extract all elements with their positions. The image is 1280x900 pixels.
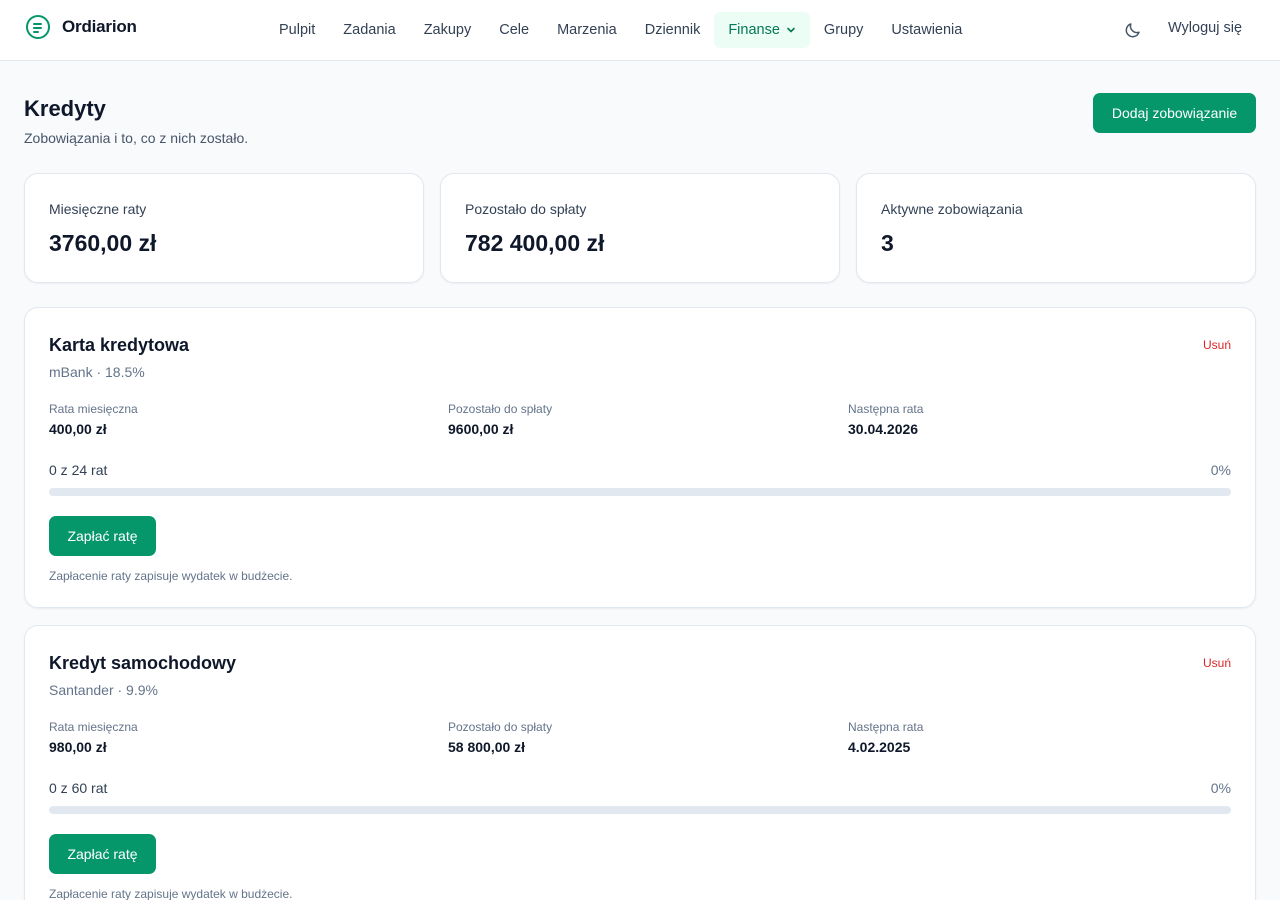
logo-icon [26,15,50,39]
nav-item-zakupy[interactable]: Zakupy [410,12,486,48]
pay-installment-button[interactable]: Zapłać ratę [49,516,156,556]
moon-icon[interactable] [1124,21,1142,39]
stat-next-installment: Następna rata 4.02.2025 [848,720,923,755]
loan-card: Kredyt samochodowy Santander · 9.9% Usuń… [24,625,1256,900]
progress-percent: 0% [1210,780,1231,796]
pay-note: Zapłacenie raty zapisuje wydatek w budże… [49,887,293,900]
loan-name: Karta kredytowa [49,335,190,355]
pay-note: Zapłacenie raty zapisuje wydatek w budże… [49,569,293,583]
stat-label: Pozostało do spłaty [448,402,553,416]
stat-next-installment: Następna rata 30.04.2026 [848,402,923,437]
loan-card: Karta kredytowa mBank · 18.5% Usuń Rata … [24,307,1256,608]
nav-item-grupy[interactable]: Grupy [810,12,878,48]
summary-value: 3 [881,230,894,256]
nav-item-zadania[interactable]: Zadania [329,12,409,48]
progress-percent: 0% [1210,462,1231,478]
stat-label: Rata miesięczna [49,402,138,416]
progress-text: 0 z 24 rat [49,462,108,478]
page-title: Kredyty [24,96,106,121]
stat-value: 980,00 zł [49,739,107,755]
summary-label: Miesięczne raty [49,201,147,217]
main-nav: Pulpit Zadania Zakupy Cele Marzenia Dzie… [265,12,976,48]
stat-value: 58 800,00 zł [448,739,526,755]
loan-lender-rate: Santander · 9.9% [49,682,158,698]
add-liability-button[interactable]: Dodaj zobowiązanie [1093,93,1256,133]
stat-label: Następna rata [848,402,924,416]
stat-installment: Rata miesięczna 400,00 zł [49,402,138,437]
stat-remaining: Pozostało do spłaty 58 800,00 zł [448,720,552,755]
nav-item-ustawienia[interactable]: Ustawienia [877,12,976,48]
pay-installment-button[interactable]: Zapłać ratę [49,834,156,874]
stat-value: 9600,00 zł [448,421,514,437]
summary-card-active: Aktywne zobowiązania 3 [856,173,1256,283]
summary-card-monthly: Miesięczne raty 3760,00 zł [24,173,424,283]
nav-item-dziennik[interactable]: Dziennik [631,12,715,48]
summary-value: 3760,00 zł [49,230,157,256]
stat-remaining: Pozostało do spłaty 9600,00 zł [448,402,552,437]
progress-bar [49,806,1231,814]
nav-item-pulpit[interactable]: Pulpit [265,12,329,48]
stat-label: Następna rata [848,720,924,734]
top-navigation-bar: Ordiarion Pulpit Zadania Zakupy Cele Mar… [0,0,1280,61]
nav-item-cele[interactable]: Cele [485,12,543,48]
stat-label: Rata miesięczna [49,720,138,734]
chevron-down-icon [787,27,795,33]
brand-name: Ordiarion [62,17,137,36]
page-subtitle: Zobowiązania i to, co z nich zostało. [24,130,249,146]
summary-label: Aktywne zobowiązania [881,201,1023,217]
progress-bar [49,488,1231,496]
delete-loan-button[interactable]: Usuń [1203,338,1231,352]
loan-lender-rate: mBank · 18.5% [49,364,145,380]
stat-label: Pozostało do spłaty [448,720,553,734]
progress-text: 0 z 60 rat [49,780,108,796]
brand[interactable]: Ordiarion [26,15,137,39]
stat-value: 30.04.2026 [848,421,919,437]
nav-item-finanse-label: Finanse [728,22,780,38]
logout-button[interactable]: Wyloguj się [1168,20,1242,36]
delete-loan-button[interactable]: Usuń [1203,656,1231,670]
stat-installment: Rata miesięczna 980,00 zł [49,720,138,755]
stat-value: 400,00 zł [49,421,107,437]
nav-item-marzenia[interactable]: Marzenia [543,12,631,48]
stat-value: 4.02.2025 [848,739,911,755]
loan-name: Kredyt samochodowy [49,653,237,673]
summary-label: Pozostało do spłaty [465,201,587,217]
summary-value: 782 400,00 zł [465,230,605,256]
nav-item-finanse[interactable]: Finanse [714,12,810,48]
summary-card-remaining: Pozostało do spłaty 782 400,00 zł [440,173,840,283]
